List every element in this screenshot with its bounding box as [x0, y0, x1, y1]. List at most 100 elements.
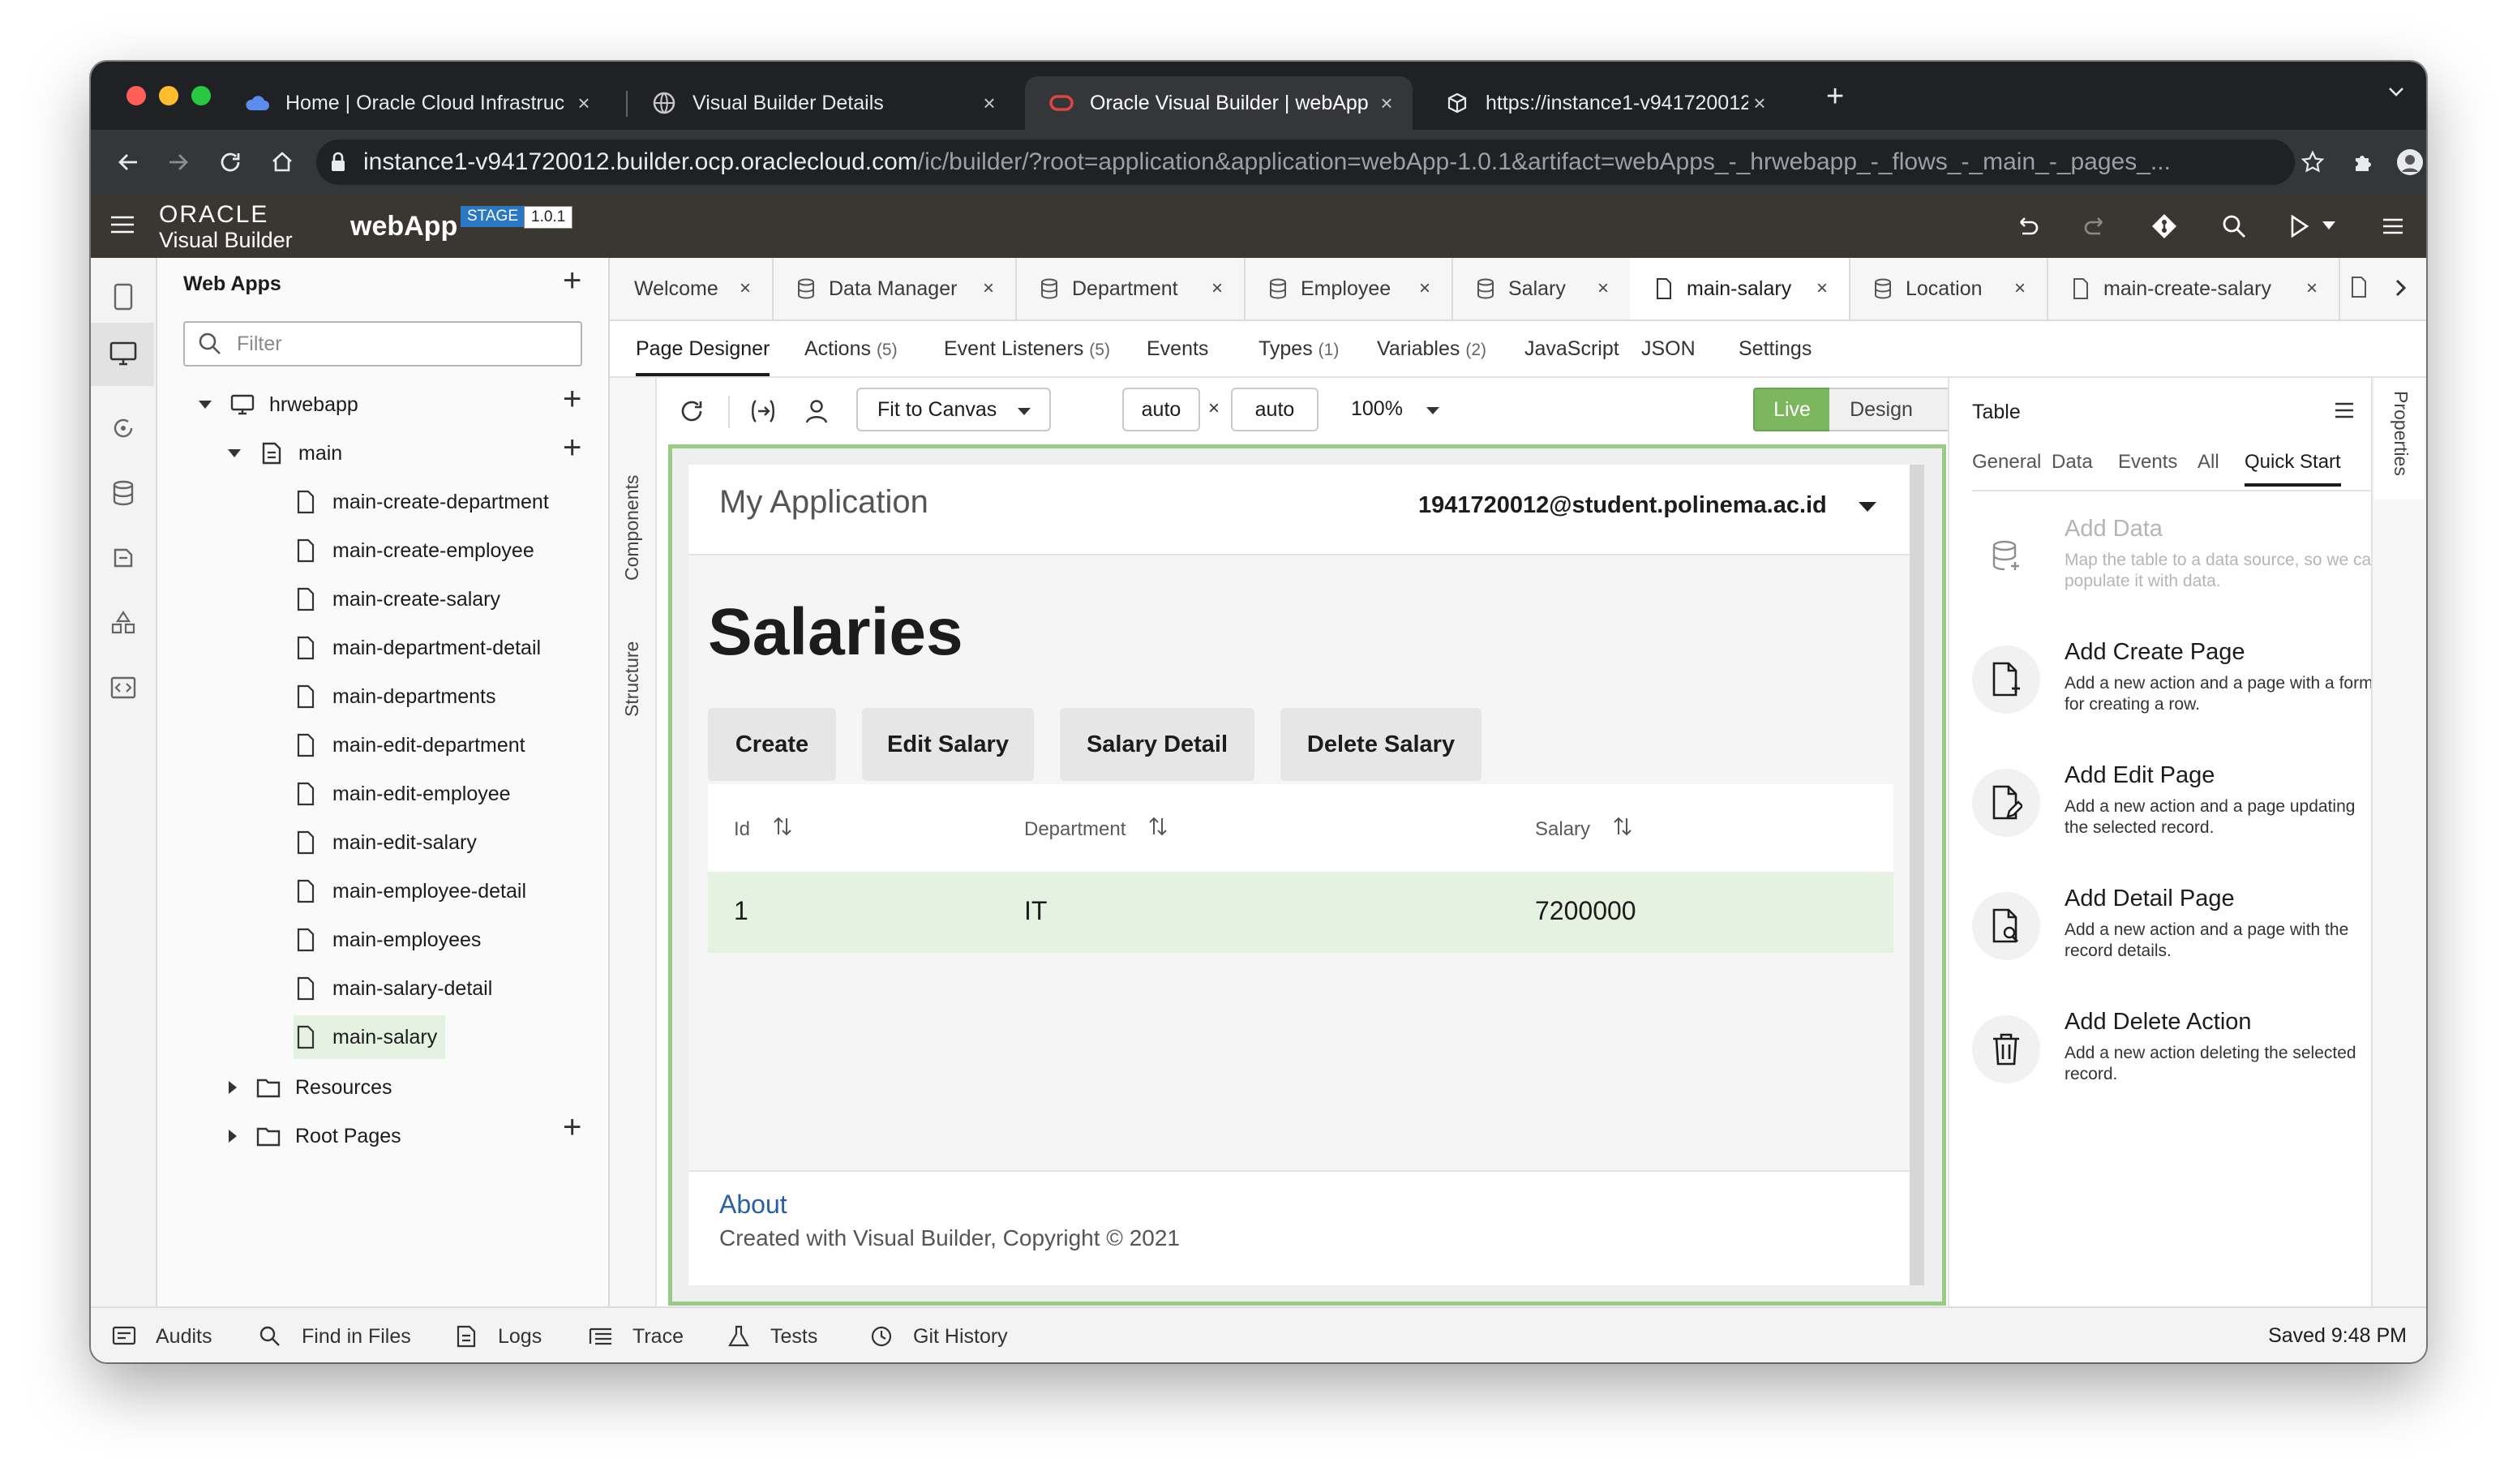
- tree-page-item[interactable]: main-edit-department: [294, 723, 525, 767]
- design-mode-button[interactable]: Design: [1829, 388, 1935, 431]
- tree-page-item-selected[interactable]: main-salary: [294, 1015, 446, 1059]
- prop-tab-events[interactable]: Events: [2118, 451, 2177, 474]
- browser-tab-oci-home[interactable]: Home | Oracle Cloud Infrastruc ×: [221, 76, 610, 130]
- column-header-id[interactable]: Id: [734, 815, 792, 843]
- reload-icon[interactable]: [212, 144, 248, 180]
- add-page-button[interactable]: +: [563, 430, 581, 466]
- redo-icon[interactable]: [2082, 212, 2110, 244]
- tests-button[interactable]: Tests: [727, 1324, 817, 1349]
- tree-item-root-pages[interactable]: Root Pages: [227, 1114, 401, 1158]
- zoom-window-button[interactable]: [191, 86, 211, 105]
- subtab-variables[interactable]: Variables (2): [1377, 337, 1486, 361]
- close-tab-icon[interactable]: ×: [1816, 277, 1828, 300]
- scroll-tabs-right-icon[interactable]: [2391, 277, 2410, 302]
- tab-location[interactable]: Location ×: [1849, 258, 2048, 320]
- tree-page-item[interactable]: main-create-department: [294, 480, 549, 524]
- properties-menu-icon[interactable]: [2334, 401, 2355, 424]
- search-icon[interactable]: [2220, 212, 2248, 244]
- find-in-files-button[interactable]: Find in Files: [258, 1324, 411, 1349]
- subtab-event-listeners[interactable]: Event Listeners (5): [944, 337, 1110, 361]
- undo-icon[interactable]: [2013, 212, 2040, 244]
- back-icon[interactable]: [110, 144, 146, 180]
- logs-button[interactable]: Logs: [454, 1324, 542, 1349]
- column-header-department[interactable]: Department: [1024, 815, 1168, 843]
- column-header-salary[interactable]: Salary: [1535, 815, 1632, 843]
- tab-department[interactable]: Department ×: [1015, 258, 1246, 320]
- table-row[interactable]: 1 IT 7200000: [708, 872, 1893, 953]
- sort-icon[interactable]: [773, 815, 792, 843]
- filter-input[interactable]: Filter: [183, 321, 582, 367]
- close-tab-icon[interactable]: ×: [1419, 277, 1430, 300]
- url-field[interactable]: instance1-v941720012.builder.ocp.oraclec…: [316, 139, 2295, 185]
- tree-page-item[interactable]: main-departments: [294, 675, 495, 718]
- subtab-events[interactable]: Events: [1147, 337, 1208, 361]
- minimize-window-button[interactable]: [159, 86, 178, 105]
- tab-search-icon[interactable]: [2386, 81, 2407, 106]
- main-menu-icon[interactable]: [2379, 212, 2407, 244]
- close-tab-icon[interactable]: ×: [983, 277, 994, 300]
- prop-tab-general[interactable]: General: [1972, 451, 2041, 474]
- services-icon[interactable]: [107, 412, 139, 444]
- user-role-icon[interactable]: [803, 397, 830, 429]
- close-window-button[interactable]: [126, 86, 146, 105]
- tree-page-item[interactable]: main-employees: [294, 918, 481, 962]
- canvas-width-input[interactable]: auto: [1122, 388, 1200, 431]
- mobile-apps-icon[interactable]: [107, 281, 139, 313]
- new-tab-button[interactable]: +: [1826, 79, 1844, 114]
- salary-detail-button[interactable]: Salary Detail: [1060, 708, 1254, 781]
- tab-data-manager[interactable]: Data Manager ×: [772, 258, 1017, 320]
- git-history-button[interactable]: Git History: [869, 1324, 1008, 1349]
- canvas-height-input[interactable]: auto: [1231, 388, 1319, 431]
- caret-right-icon[interactable]: [227, 1080, 238, 1095]
- processes-icon[interactable]: [107, 607, 139, 639]
- zoom-dropdown[interactable]: 100%: [1351, 397, 1440, 421]
- subtab-settings[interactable]: Settings: [1739, 337, 1812, 361]
- refresh-icon[interactable]: [678, 397, 705, 429]
- tab-employee[interactable]: Employee ×: [1244, 258, 1453, 320]
- audits-button[interactable]: Audits: [112, 1324, 212, 1349]
- prop-tab-data[interactable]: Data: [2052, 451, 2093, 474]
- close-tab-icon[interactable]: ×: [1211, 277, 1223, 300]
- close-tab-icon[interactable]: ×: [2306, 277, 2318, 300]
- page-canvas[interactable]: My Application 1941720012@student.poline…: [668, 444, 1946, 1306]
- add-flow-button[interactable]: +: [563, 381, 581, 418]
- tree-page-item[interactable]: main-department-detail: [294, 626, 541, 670]
- tree-item-resources[interactable]: Resources: [227, 1066, 392, 1109]
- tree-page-item[interactable]: main-edit-employee: [294, 772, 511, 816]
- profile-avatar[interactable]: [2394, 144, 2426, 180]
- browser-tab-vb-details[interactable]: Visual Builder Details ×: [628, 76, 1015, 130]
- close-tab-icon[interactable]: ×: [740, 277, 751, 300]
- hamburger-menu-icon[interactable]: [109, 211, 136, 242]
- tree-item-hrwebapp[interactable]: hrwebapp: [198, 383, 358, 427]
- subtab-types[interactable]: Types (1): [1258, 337, 1339, 361]
- tree-page-item[interactable]: main-salary-detail: [294, 967, 492, 1010]
- tab-main-salary[interactable]: main-salary ×: [1630, 258, 1850, 320]
- browser-tab-visual-builder[interactable]: Oracle Visual Builder | webApp ×: [1025, 76, 1413, 130]
- variables-icon[interactable]: [748, 397, 778, 429]
- subtab-page-designer[interactable]: Page Designer: [636, 337, 770, 376]
- close-tab-icon[interactable]: ×: [978, 91, 1001, 116]
- trace-button[interactable]: Trace: [589, 1324, 684, 1349]
- close-tab-icon[interactable]: ×: [1748, 91, 1771, 116]
- prop-tab-all[interactable]: All: [2198, 451, 2219, 474]
- source-view-icon[interactable]: [107, 671, 139, 704]
- tab-salary[interactable]: Salary ×: [1451, 258, 1632, 320]
- add-root-page-button[interactable]: +: [563, 1109, 581, 1146]
- components-icon[interactable]: [107, 542, 139, 574]
- about-link[interactable]: About: [719, 1190, 787, 1220]
- close-tab-icon[interactable]: ×: [1597, 277, 1609, 300]
- bookmark-star-icon[interactable]: [2295, 144, 2330, 180]
- tree-page-item[interactable]: main-edit-salary: [294, 821, 477, 864]
- fit-to-canvas-dropdown[interactable]: Fit to Canvas: [856, 388, 1051, 431]
- git-icon[interactable]: [2150, 212, 2178, 244]
- sort-icon[interactable]: [1148, 815, 1168, 843]
- add-web-app-button[interactable]: +: [563, 263, 581, 299]
- run-play-icon[interactable]: [2285, 212, 2313, 244]
- structure-view-toggle[interactable]: Structure: [621, 641, 643, 717]
- delete-salary-button[interactable]: Delete Salary: [1280, 708, 1481, 781]
- tree-page-item[interactable]: main-employee-detail: [294, 869, 526, 913]
- close-tab-icon[interactable]: ×: [572, 91, 595, 116]
- caret-right-icon[interactable]: [227, 1129, 238, 1143]
- web-apps-icon[interactable]: [107, 337, 139, 370]
- forward-icon[interactable]: [161, 144, 196, 180]
